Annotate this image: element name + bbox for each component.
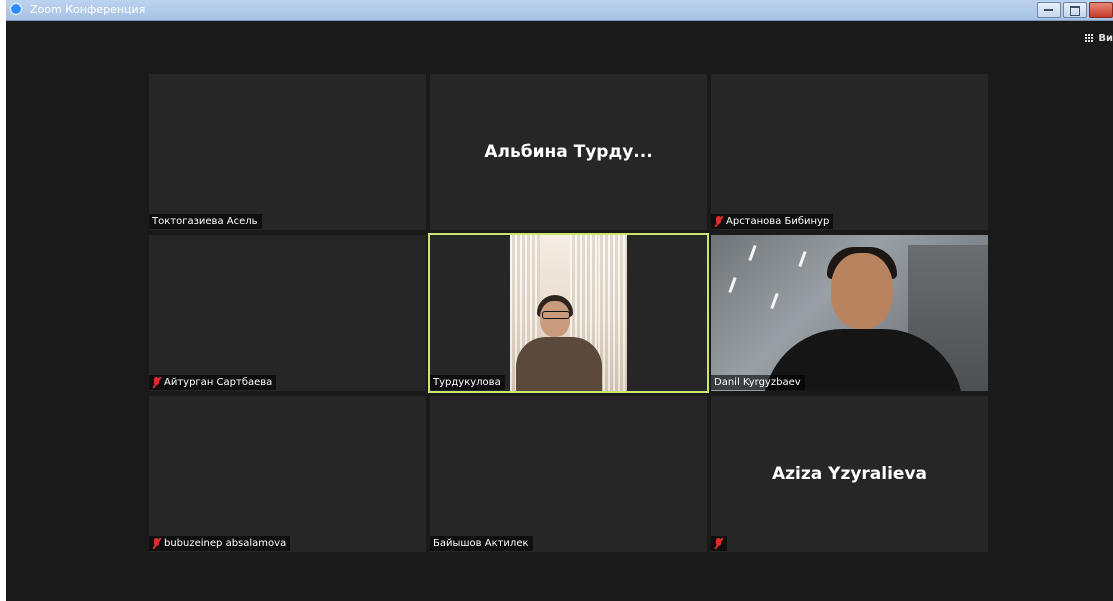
- participant-name: Айтурган Сартбаева: [164, 377, 273, 388]
- maximize-icon: [1070, 6, 1080, 16]
- participant-tile[interactable]: Токтогазиева Асель: [149, 74, 426, 230]
- participant-name: Danil Kyrgyzbaev: [714, 377, 801, 388]
- participant-display-name: Aziza Yzyralieva: [771, 464, 928, 484]
- participant-name-label: Токтогазиева Асель: [149, 214, 262, 229]
- participant-display-name: Альбина Турду...: [484, 142, 653, 162]
- participant-name-label: Danil Kyrgyzbaev: [711, 375, 805, 390]
- window-controls: [1037, 2, 1113, 18]
- participant-tile[interactable]: bubuzeinep absalamova: [149, 396, 426, 552]
- grid-view-icon: [1085, 34, 1094, 43]
- participant-name-label: [711, 536, 727, 551]
- participant-video: [711, 235, 988, 391]
- glasses: [542, 311, 570, 319]
- maximize-button[interactable]: [1063, 2, 1087, 18]
- participant-name-label: bubuzeinep absalamova: [149, 536, 291, 551]
- minimize-icon: [1044, 9, 1053, 11]
- participant-tile[interactable]: Альбина Турду...: [430, 74, 707, 230]
- participant-tile[interactable]: Aziza Yzyralieva: [711, 396, 988, 552]
- muted-mic-icon: [152, 376, 162, 389]
- participant-tile[interactable]: Айтурган Сартбаева: [149, 235, 426, 391]
- participant-name: Турдукулова: [433, 377, 501, 388]
- participant-name: Арстанова Бибинур: [726, 216, 830, 227]
- window-title: Zoom Конференция: [30, 3, 146, 16]
- participant-tile[interactable]: Danil Kyrgyzbaev: [711, 235, 988, 391]
- view-button-label: Ви: [1098, 33, 1113, 44]
- title-bar: Zoom Конференция: [6, 0, 1113, 21]
- minimize-button[interactable]: [1037, 2, 1061, 18]
- participant-name-label: Арстанова Бибинур: [711, 214, 834, 229]
- close-button[interactable]: [1089, 2, 1113, 18]
- participant-video: [510, 235, 627, 391]
- participant-name: Токтогазиева Асель: [152, 216, 258, 227]
- muted-mic-icon: [152, 537, 162, 550]
- participant-name-label: Байышов Актилек: [430, 536, 533, 551]
- participant-name-label: Айтурган Сартбаева: [149, 375, 277, 390]
- gallery-view-button[interactable]: Ви: [1085, 33, 1113, 44]
- participant-name: Байышов Актилек: [433, 538, 529, 549]
- zoom-window: Zoom Конференция Ви Токтогазиева Асель А…: [6, 0, 1113, 601]
- participant-tile[interactable]: Байышов Актилек: [430, 396, 707, 552]
- muted-mic-icon: [714, 537, 724, 550]
- muted-mic-icon: [714, 215, 724, 228]
- zoom-logo-icon: [10, 3, 22, 15]
- active-speaker-tile[interactable]: Турдукулова: [428, 233, 709, 393]
- participant-tile[interactable]: Арстанова Бибинур: [711, 74, 988, 230]
- participant-name-label: Турдукулова: [430, 375, 505, 390]
- participant-name: bubuzeinep absalamova: [164, 538, 287, 549]
